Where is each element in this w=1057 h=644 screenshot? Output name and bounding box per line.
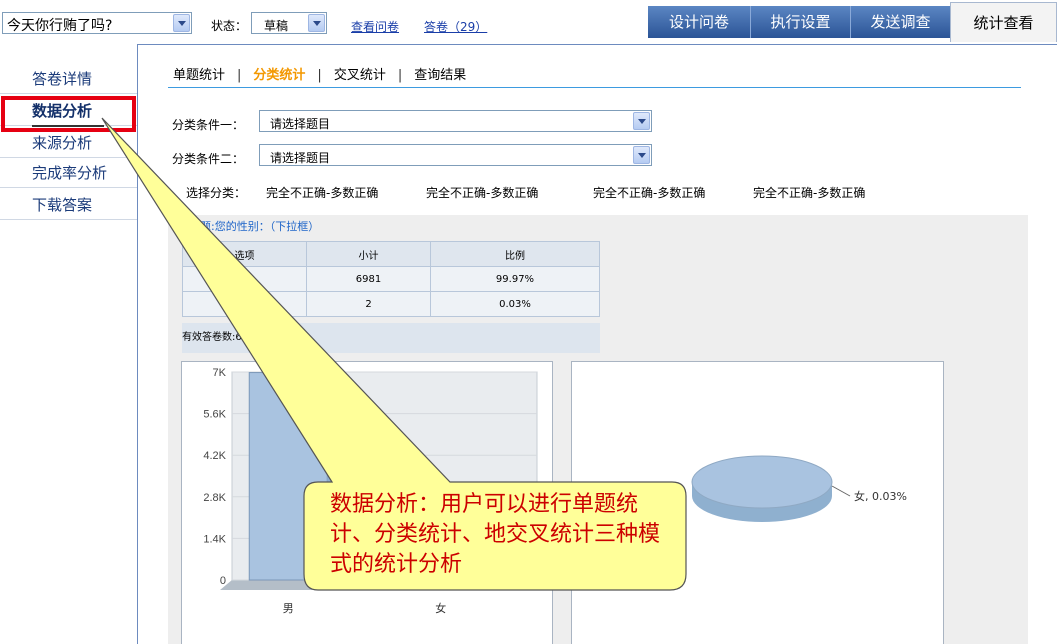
chart-floor xyxy=(220,580,537,590)
tab-send-survey[interactable]: 发送调查 xyxy=(850,6,950,38)
subtab-category[interactable]: 分类统计 xyxy=(253,64,305,83)
stats-table: 选项 小计 比例 6981 99.97% 2 0.03% xyxy=(182,241,600,317)
status-label: 状态： xyxy=(211,19,248,33)
pie-leader-line xyxy=(831,485,851,497)
top-bar: 今天你行贿了吗? 状态： 草稿 查看问卷 答卷（29） 设计问卷 执行设置 发送… xyxy=(0,0,1057,44)
condition2-select[interactable]: 请选择题目 xyxy=(259,144,652,166)
subtab-separator: | xyxy=(397,68,403,83)
category-option[interactable]: 完全不正确-多数正确 xyxy=(266,184,378,201)
pie-slice xyxy=(691,455,833,509)
sidebar-item-download-answers[interactable]: 下载答案 xyxy=(0,190,137,220)
y-tick-label: 4.2K xyxy=(203,450,226,462)
status-select-value: 草稿 xyxy=(264,19,289,33)
chevron-down-icon[interactable] xyxy=(633,112,650,130)
condition2-label: 分类条件二： xyxy=(172,152,245,166)
tab-execution-settings[interactable]: 执行设置 xyxy=(750,6,850,38)
condition1-label: 分类条件一： xyxy=(172,118,245,132)
table-cell xyxy=(182,291,307,317)
main-tabs: 设计问卷 执行设置 发送调查 统计查看 xyxy=(648,2,1057,42)
active-underline xyxy=(32,125,104,127)
table-row: 6981 99.97% xyxy=(182,266,600,292)
status-select[interactable]: 草稿 xyxy=(251,12,327,34)
table-cell: 0.03% xyxy=(430,291,600,317)
x-tick-label: 男 xyxy=(283,602,294,615)
category-option[interactable]: 完全不正确-多数正确 xyxy=(593,184,705,201)
y-tick-label: 0 xyxy=(220,575,226,587)
subtab-separator: | xyxy=(237,68,242,83)
category-option[interactable]: 完全不正确-多数正确 xyxy=(426,184,538,201)
chevron-down-icon[interactable] xyxy=(308,14,325,32)
table-header: 比例 xyxy=(430,241,600,267)
x-tick-label: 女 xyxy=(435,601,446,615)
tab-design[interactable]: 设计问卷 xyxy=(648,6,750,38)
category-option[interactable]: 完全不正确-多数正确 xyxy=(753,184,865,201)
survey-select[interactable]: 今天你行贿了吗? xyxy=(2,12,192,34)
y-tick-label: 7K xyxy=(213,367,227,379)
table-cell xyxy=(182,266,307,292)
question-title: 题:您的性别：（下拉框） xyxy=(200,220,320,233)
subtab-query-results[interactable]: 查询结果 xyxy=(414,64,466,83)
sidebar-item-completion-analysis[interactable]: 完成率分析 xyxy=(0,158,137,188)
subtab-separator: | xyxy=(317,68,322,83)
table-header-row: 选项 小计 比例 xyxy=(182,241,600,267)
callout-text: 数据分析：用户可以进行单题统计、分类统计、地交叉统计三种模式的统计分析 xyxy=(330,492,661,577)
y-tick-label: 1.4K xyxy=(203,533,226,545)
view-survey-link[interactable]: 查看问卷 xyxy=(351,18,399,35)
condition1-value: 请选择题目 xyxy=(270,117,331,131)
survey-select-value: 今天你行贿了吗? xyxy=(7,18,113,34)
choose-label: 选择分类： xyxy=(186,186,247,200)
subtab-divider xyxy=(168,87,1021,88)
sidebar: 答卷详情 数据分析 来源分析 完成率分析 下载答案 xyxy=(0,44,137,644)
condition1-select[interactable]: 请选择题目 xyxy=(259,110,652,132)
condition2-value: 请选择题目 xyxy=(270,151,331,165)
table-cell: 2 xyxy=(306,291,431,317)
bar-data-label: 6. xyxy=(286,386,295,398)
valid-answers-bar: 有效答卷数:698 xyxy=(182,323,600,353)
table-header: 选项 xyxy=(182,241,307,267)
stat-subtabs: 单题统计 | 分类统计 | 交叉统计 | 查询结果 xyxy=(173,64,466,83)
valid-answers-label: 有效答卷数:698 xyxy=(182,332,255,343)
pie-data-label: 女, 0.03% xyxy=(854,489,907,503)
table-cell: 99.97% xyxy=(430,266,600,292)
y-tick-label: 2.8K xyxy=(203,492,226,504)
y-tick-label: 5.6K xyxy=(203,409,226,421)
tab-statistics[interactable]: 统计查看 xyxy=(950,2,1057,42)
answers-link[interactable]: 答卷（29） xyxy=(424,18,487,35)
table-row: 2 0.03% xyxy=(182,291,600,317)
subtab-single-question[interactable]: 单题统计 xyxy=(173,64,225,83)
sidebar-item-answer-details[interactable]: 答卷详情 xyxy=(0,64,137,94)
sidebar-item-source-analysis[interactable]: 来源分析 xyxy=(0,128,137,158)
bar xyxy=(248,372,328,581)
table-header: 小计 xyxy=(306,241,431,267)
table-cell: 6981 xyxy=(306,266,431,292)
subtab-cross[interactable]: 交叉统计 xyxy=(334,64,386,83)
chevron-down-icon[interactable] xyxy=(633,146,650,164)
chevron-down-icon[interactable] xyxy=(173,14,190,32)
